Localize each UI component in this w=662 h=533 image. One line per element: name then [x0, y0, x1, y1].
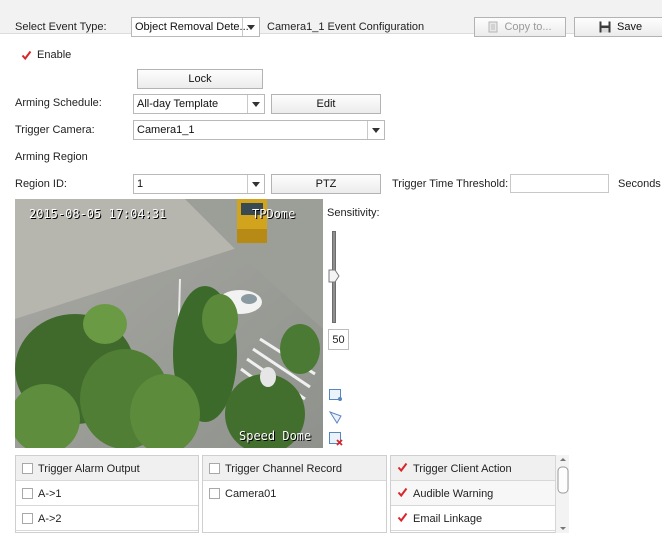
client-action-header[interactable]: Trigger Client Action: [391, 456, 555, 481]
event-type-select[interactable]: Object Removal Dete...: [131, 17, 260, 37]
lock-label: Lock: [188, 73, 212, 85]
alarm-output-label: A->2: [38, 513, 62, 525]
chevron-down-icon: [247, 95, 264, 113]
client-action-header-checkbox[interactable]: [397, 462, 408, 474]
ptz-label: PTZ: [315, 178, 337, 190]
copy-to-label: Copy to...: [504, 21, 552, 33]
enable-label: Enable: [37, 49, 72, 61]
arming-schedule-label: Arming Schedule:: [15, 97, 102, 109]
clear-region-icon[interactable]: [328, 431, 343, 446]
channel-record-header-checkbox[interactable]: [209, 463, 220, 474]
trigger-camera-label: Trigger Camera:: [15, 124, 95, 136]
enable-checkbox[interactable]: [21, 50, 32, 62]
channel-record-header-label: Trigger Channel Record: [225, 463, 342, 475]
channel-record-header[interactable]: Trigger Channel Record: [203, 456, 386, 481]
copy-icon: [488, 21, 498, 33]
list-item[interactable]: A->1: [16, 481, 198, 506]
alarm-output-panel: Trigger Alarm Output A->1 A->2: [15, 455, 199, 533]
copy-to-button[interactable]: Copy to...: [474, 17, 566, 37]
alarm-output-checkbox[interactable]: [22, 488, 33, 499]
audible-warning-checkbox[interactable]: [397, 487, 408, 499]
region-id-select[interactable]: 1: [133, 174, 265, 194]
config-title: Camera1_1 Event Configuration: [267, 21, 425, 33]
channel-record-checkbox[interactable]: [209, 488, 220, 499]
audible-warning-label: Audible Warning: [413, 488, 494, 500]
region-id-label: Region ID:: [15, 178, 67, 190]
trigger-camera-value: Camera1_1: [137, 124, 195, 136]
region-id-value: 1: [137, 178, 144, 190]
lock-button[interactable]: Lock: [137, 69, 263, 89]
sensitivity-label: Sensitivity:: [327, 207, 380, 219]
event-type-label: Select Event Type:: [15, 21, 107, 33]
arming-schedule-value: All-day Template: [137, 98, 219, 110]
list-item[interactable]: A->2: [16, 506, 198, 531]
alarm-output-header-checkbox[interactable]: [22, 463, 33, 474]
email-linkage-checkbox[interactable]: [397, 512, 408, 524]
save-label: Save: [617, 21, 643, 33]
draw-polygon-icon[interactable]: [328, 410, 343, 425]
video-osd-top: TPDome: [252, 207, 296, 221]
ptz-button[interactable]: PTZ: [271, 174, 381, 194]
draw-rectangle-icon[interactable]: [328, 387, 343, 402]
email-linkage-label: Email Linkage: [413, 513, 483, 525]
event-type-value: Object Removal Dete...: [135, 21, 249, 33]
save-button[interactable]: Save: [574, 17, 662, 37]
arming-region-label: Arming Region: [15, 151, 88, 163]
video-osd-bottom: Speed Dome: [239, 429, 312, 443]
client-action-scrollbar[interactable]: [555, 455, 569, 533]
list-item[interactable]: Camera01: [203, 481, 386, 506]
alarm-output-label: A->1: [38, 488, 62, 500]
chevron-down-icon: [247, 175, 264, 193]
seconds-label: Seconds: [618, 178, 661, 190]
channel-record-panel: Trigger Channel Record Camera01: [202, 455, 387, 533]
list-item[interactable]: Audible Warning: [391, 481, 555, 506]
alarm-output-header[interactable]: Trigger Alarm Output: [16, 456, 198, 481]
edit-label: Edit: [316, 98, 336, 110]
trigger-camera-select[interactable]: Camera1_1: [133, 120, 385, 140]
chevron-down-icon: [367, 121, 384, 139]
trigger-time-threshold-input[interactable]: [510, 174, 609, 193]
sensitivity-slider-thumb[interactable]: [328, 269, 340, 283]
camera-scene-image: [15, 199, 323, 448]
arming-schedule-select[interactable]: All-day Template: [133, 94, 265, 114]
channel-record-label: Camera01: [225, 488, 277, 500]
list-item[interactable]: Email Linkage: [391, 506, 555, 531]
client-action-panel: Trigger Client Action Audible Warning Em…: [390, 455, 556, 533]
trigger-time-threshold-label: Trigger Time Threshold:: [392, 178, 509, 190]
sensitivity-value[interactable]: 50: [328, 329, 349, 350]
camera-preview[interactable]: 2015-08-05 17:04:31 TPDome Speed Dome: [15, 199, 323, 448]
alarm-output-checkbox[interactable]: [22, 513, 33, 524]
edit-schedule-button[interactable]: Edit: [271, 94, 381, 114]
alarm-output-header-label: Trigger Alarm Output: [38, 463, 140, 475]
video-timestamp: 2015-08-05 17:04:31: [29, 207, 167, 221]
client-action-header-label: Trigger Client Action: [413, 463, 512, 475]
chevron-down-icon: [242, 18, 259, 36]
floppy-disk-icon: [599, 21, 611, 33]
